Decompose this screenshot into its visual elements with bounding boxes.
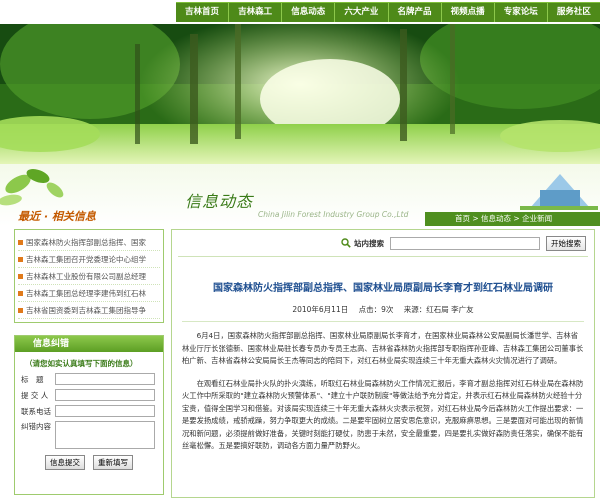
article-paragraph: 在观看红石林业局扑火队的扑火演练，听取红石林业局森林防火工作情况汇报后，李育才副… — [182, 378, 584, 451]
article-title: 国家森林防火指挥部副总指挥、国家林业局原副局长李育才到红石林业局调研 — [213, 283, 553, 294]
bullet-icon — [18, 290, 23, 296]
article-paragraph: 6月4日，国家森林防火指挥部副总指挥、国家林业局原副局长李育才，在国家林业局森林… — [182, 331, 584, 365]
feedback-buttons: 信息提交 重新填写 — [15, 455, 163, 470]
search-input[interactable] — [390, 236, 540, 250]
nav-bar: 吉林首页 吉林森工 信息动态 六大产业 名牌产品 视频点播 专家论坛 服务社区 — [176, 2, 600, 22]
submitter-field-row: 提 交 人 — [21, 389, 163, 401]
forest-banner-art — [0, 24, 600, 164]
nav-item-products[interactable]: 名牌产品 — [389, 3, 442, 22]
article-date: 2010年6月11日 — [292, 305, 349, 314]
nav-item-news[interactable]: 信息动态 — [282, 3, 336, 22]
section-title: 信息动态 — [185, 192, 254, 211]
forest-banner — [0, 24, 600, 164]
article-hits: 点击：9次 — [358, 305, 394, 314]
sub-header: 最近 · 相关信息 信息动态 China Jilin Forest Indust… — [0, 164, 600, 226]
top-navigation: 吉林首页 吉林森工 信息动态 六大产业 名牌产品 视频点播 专家论坛 服务社区 — [0, 0, 600, 24]
related-info-title: 最近 · 相关信息 — [18, 210, 96, 223]
search-icon — [341, 238, 351, 248]
content-field-row: 纠错内容 — [21, 421, 163, 449]
section-subtitle: China Jilin Forest Industry Group Co.,Lt… — [258, 210, 409, 219]
bullet-icon — [18, 273, 23, 279]
sidebar: 国家森林防火指挥部副总指挥、国家 吉林森工集团召开党委理论中心组学 吉林森林工业… — [14, 229, 164, 495]
breadcrumb[interactable]: 首页 > 信息动态 > 企业新闻 — [425, 212, 600, 226]
feedback-form: 信息纠错 （请您如实认真填写下面的信息） 标 题 提 交 人 联系电话 纠错内容… — [14, 335, 164, 495]
content-label: 纠错内容 — [21, 422, 51, 431]
search-label: 站内搜索 — [354, 238, 384, 248]
submitter-field[interactable] — [55, 389, 155, 401]
nav-item-home[interactable]: 吉林首页 — [176, 3, 230, 22]
phone-field-row: 联系电话 — [21, 405, 163, 417]
list-item[interactable]: 吉林省国资委到吉林森工集团指导争 — [18, 302, 160, 319]
phone-label: 联系电话 — [21, 406, 51, 416]
list-item[interactable]: 吉林森林工业股份有限公司副总经理 — [18, 268, 160, 285]
feedback-title: 信息纠错 — [15, 336, 163, 352]
content-field[interactable] — [55, 421, 155, 449]
reset-button[interactable]: 重新填写 — [93, 455, 133, 470]
article-source: 来源：红石局 李广友 — [403, 305, 474, 314]
title-field[interactable] — [55, 373, 155, 385]
divider — [178, 256, 588, 257]
bullet-icon — [18, 307, 23, 313]
search-button[interactable]: 开始搜索 — [546, 235, 586, 251]
submitter-label: 提 交 人 — [21, 390, 49, 400]
nav-item-service[interactable]: 服务社区 — [548, 3, 600, 22]
bullet-icon — [18, 256, 23, 262]
list-item[interactable]: 国家森林防火指挥部副总指挥、国家 — [18, 234, 160, 251]
article-body: 6月4日，国家森林防火指挥部副总指挥、国家林业局原副局长李育才，在国家林业局森林… — [172, 322, 594, 453]
title-label: 标 题 — [21, 374, 44, 384]
building-icon — [520, 174, 598, 210]
nav-item-forum[interactable]: 专家论坛 — [495, 3, 548, 22]
feedback-note: （请您如实认真填写下面的信息） — [25, 359, 138, 368]
bullet-icon — [18, 239, 23, 245]
submit-button[interactable]: 信息提交 — [45, 455, 85, 470]
list-item[interactable]: 吉林森工集团召开党委理论中心组学 — [18, 251, 160, 268]
main-content: 站内搜索 开始搜索 国家森林防火指挥部副总指挥、国家林业局原副局长李育才到红石林… — [171, 229, 595, 498]
nav-item-industries[interactable]: 六大产业 — [335, 3, 389, 22]
related-news-list: 国家森林防火指挥部副总指挥、国家 吉林森工集团召开党委理论中心组学 吉林森林工业… — [14, 229, 164, 323]
title-field-row: 标 题 — [21, 373, 163, 385]
nav-item-video[interactable]: 视频点播 — [442, 3, 495, 22]
list-item[interactable]: 吉林森工集团总经理李建伟到红石林 — [18, 285, 160, 302]
nav-item-forest[interactable]: 吉林森工 — [229, 3, 283, 22]
article-meta: 2010年6月11日 点击：9次 来源：红石局 李广友 — [172, 304, 594, 315]
site-search: 站内搜索 开始搜索 — [172, 230, 594, 256]
phone-field[interactable] — [55, 405, 155, 417]
